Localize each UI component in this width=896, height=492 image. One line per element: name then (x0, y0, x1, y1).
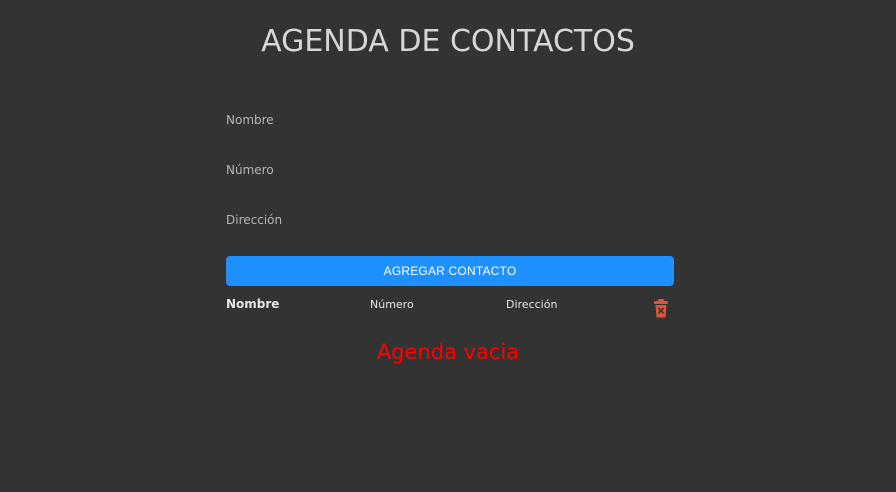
trash-icon[interactable] (653, 298, 669, 318)
column-header-address: Dirección (506, 298, 558, 311)
contacts-table-header: Nombre Número Dirección (226, 296, 674, 320)
address-input[interactable] (226, 200, 674, 240)
column-header-number: Número (370, 298, 414, 311)
contact-form (226, 100, 674, 250)
name-input[interactable] (226, 100, 674, 140)
add-contact-button[interactable]: AGREGAR CONTACTO (226, 256, 674, 286)
column-header-name: Nombre (226, 297, 280, 311)
page-title: AGENDA DE CONTACTOS (261, 24, 635, 59)
empty-agenda-message: Agenda vacia (376, 340, 520, 364)
number-input[interactable] (226, 150, 674, 190)
